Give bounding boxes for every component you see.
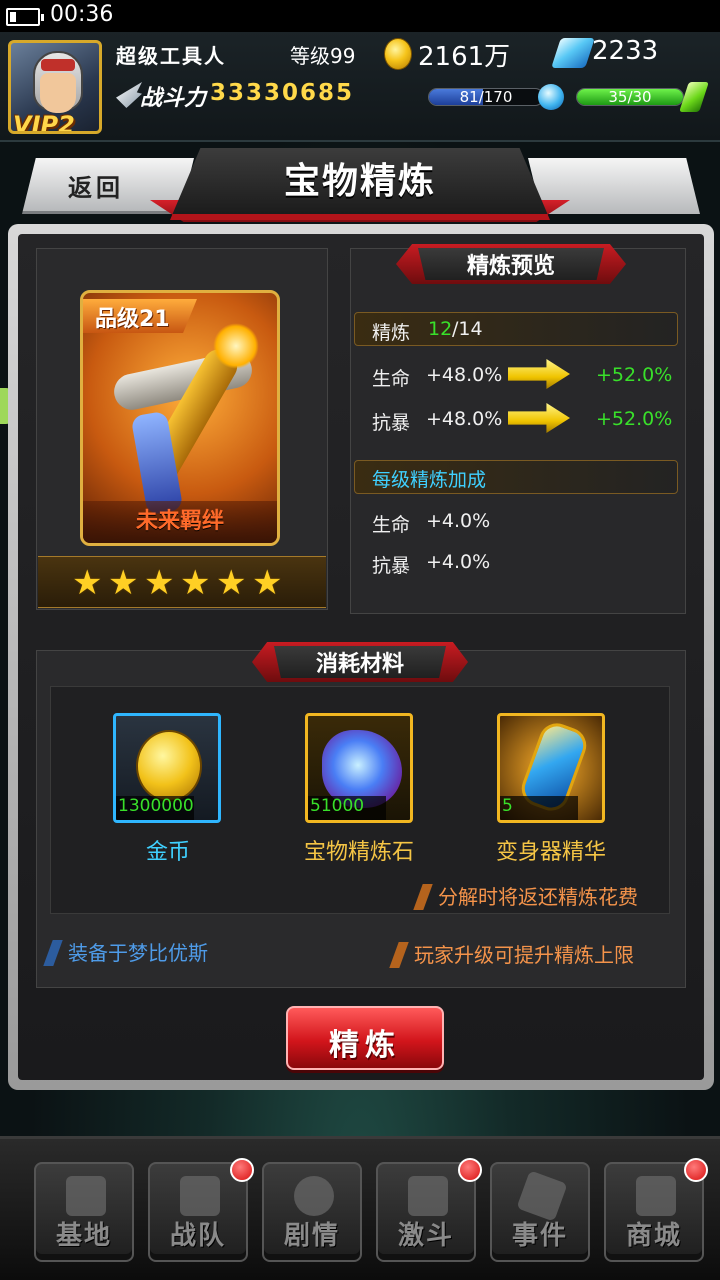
gold-coin-icon[interactable]: 1300000 [113, 713, 221, 823]
nav-label: 战队 [169, 1221, 226, 1251]
limit-note: 玩家升级可提升精炼上限 [394, 940, 634, 970]
nav-event[interactable]: 事件 [490, 1162, 590, 1262]
power-value: 33330685 [210, 80, 355, 106]
notification-badge [458, 1158, 482, 1182]
hero-head-icon [294, 1176, 334, 1216]
refine-button-label: 精炼 [329, 1028, 401, 1063]
refine-current: 12 [428, 318, 453, 340]
nav-label: 激斗 [397, 1221, 454, 1251]
stat-next: +52.0% [596, 364, 673, 386]
star-rating: ★ ★ ★ ★ ★ ★ [38, 556, 326, 608]
materials-title: 消耗材料 [315, 652, 404, 677]
nav-label: 商城 [625, 1221, 682, 1251]
notification-badge [684, 1158, 708, 1182]
wing-icon [116, 82, 142, 108]
star-icon: ★ [144, 563, 175, 603]
player-level: 等级99 [290, 44, 356, 68]
energy-orb-icon[interactable] [538, 84, 564, 110]
glow-icon [213, 323, 259, 369]
stamina-crystal-icon[interactable] [679, 82, 709, 112]
bonus-value: +4.0% [426, 510, 491, 532]
warrior-icon [408, 1176, 448, 1216]
star-icon: ★ [216, 563, 247, 603]
back-button-label: 返回 [68, 174, 124, 202]
material-name: 变身器精华 [495, 840, 606, 865]
stat-name: 抗暴 [372, 412, 411, 434]
star-icon: ★ [72, 563, 103, 603]
notification-badge [230, 1158, 254, 1182]
power-label: 战斗力 [140, 86, 207, 111]
grade-tag: 品级21 [83, 299, 197, 333]
monster-icon [516, 1170, 568, 1222]
energy-bar: 81/170 [428, 88, 544, 106]
stamina-text: 35/30 [608, 88, 652, 106]
star-icon: ★ [252, 563, 283, 603]
gold-coin-icon [384, 38, 412, 70]
bonus-value: +4.0% [426, 551, 491, 573]
decompose-note: 分解时将返还精炼花费 [418, 882, 638, 912]
bonus-title: 每级精炼加成 [372, 469, 487, 491]
item-name: 未来羁绊 [135, 509, 224, 534]
equipped-note: 装备于梦比优斯 [48, 938, 208, 968]
stat-next: +52.0% [596, 408, 673, 430]
treasure-card[interactable]: 品级21 未来羁绊 [80, 290, 280, 546]
base-icon [66, 1176, 106, 1216]
material-count: 51000 [308, 796, 386, 820]
nav-label: 事件 [511, 1221, 568, 1251]
stat-current: +48.0% [426, 408, 503, 430]
shopping-cart-icon [636, 1176, 676, 1216]
diamond-icon[interactable] [551, 38, 595, 68]
preview-title: 精炼预览 [466, 254, 555, 279]
refine-button[interactable]: 精炼 [286, 1006, 444, 1070]
transformer-essence-icon[interactable]: 5 [497, 713, 605, 823]
bonus-name: 生命 [372, 514, 411, 536]
nav-label: 剧情 [283, 1221, 340, 1251]
player-bar: VIP2 超级工具人 等级99 2161万 2233 战斗力 33330685 … [0, 32, 720, 142]
material-count: 5 [500, 796, 578, 820]
bonus-name: 抗暴 [372, 555, 411, 577]
nav-story[interactable]: 剧情 [262, 1162, 362, 1262]
battery-icon [6, 8, 44, 26]
refine-max: /14 [452, 318, 483, 340]
avatar-visor [41, 59, 75, 71]
clock: 00:36 [50, 2, 114, 27]
avatar-face [40, 73, 76, 113]
grade-label: 品级21 [95, 307, 170, 332]
nav-label: 基地 [55, 1221, 112, 1251]
gem-amount: 2233 [592, 36, 659, 66]
energy-text: 81/170 [459, 88, 513, 106]
page-title: 宝物精炼 [283, 161, 436, 202]
star-icon: ★ [108, 563, 139, 603]
status-bar: 00:36 [0, 0, 720, 32]
avatar[interactable]: VIP2 [8, 40, 102, 134]
star-icon: ★ [180, 563, 211, 603]
item-name-bar: 未来羁绊 [83, 501, 277, 543]
cards-icon [180, 1176, 220, 1216]
material-count: 1300000 [116, 796, 194, 820]
refine-label: 精炼 [372, 322, 411, 344]
materials-header: 消耗材料 [252, 642, 468, 682]
vip-badge: VIP2 [13, 111, 75, 134]
material-name: 宝物精炼石 [303, 840, 414, 865]
player-name: 超级工具人 [116, 44, 226, 68]
stat-current: +48.0% [426, 364, 503, 386]
stamina-bar: 35/30 [576, 88, 684, 106]
nav-base[interactable]: 基地 [34, 1162, 134, 1262]
preview-header: 精炼预览 [396, 244, 626, 284]
refine-stone-icon[interactable]: 51000 [305, 713, 413, 823]
stat-name: 生命 [372, 368, 411, 390]
gold-amount: 2161万 [418, 42, 511, 72]
material-name: 金币 [145, 840, 190, 865]
